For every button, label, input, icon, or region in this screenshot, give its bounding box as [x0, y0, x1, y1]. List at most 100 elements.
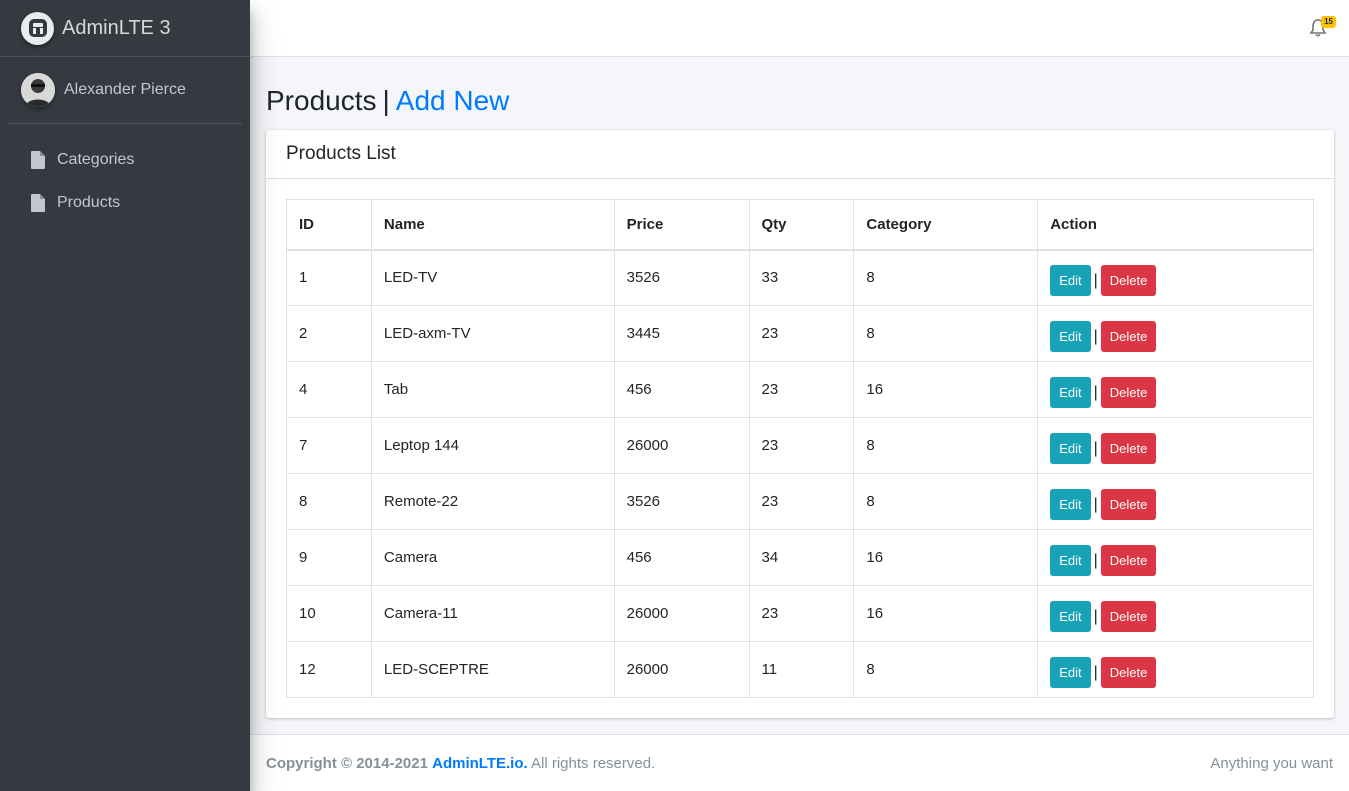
cell-name: LED-TV: [370, 249, 615, 306]
cell-price: 3526: [613, 249, 750, 306]
main-sidebar: AdminLTE 3 Alexander Pierce Categories P…: [0, 0, 250, 791]
cell-action: Edit | Delete: [1037, 305, 1314, 362]
table-row: 9 Camera 456 34 16 Edit | Delete: [286, 529, 1314, 586]
cell-category: 16: [853, 529, 1039, 586]
cell-name: Camera-11: [370, 585, 615, 642]
adminlte-link[interactable]: AdminLTE.io.: [432, 755, 528, 772]
edit-button[interactable]: Edit: [1050, 601, 1091, 632]
cell-id: 12: [286, 641, 372, 698]
edit-button[interactable]: Edit: [1050, 377, 1091, 408]
sidebar-item-label: Products: [57, 193, 121, 211]
column-header-action: Action: [1037, 199, 1314, 251]
avatar: [21, 73, 55, 107]
action-separator: |: [1093, 271, 1098, 289]
edit-button[interactable]: Edit: [1050, 657, 1091, 688]
cell-qty: 11: [748, 641, 855, 698]
user-panel[interactable]: Alexander Pierce: [8, 57, 242, 124]
cell-price: 456: [613, 529, 750, 586]
cell-category: 16: [853, 585, 1039, 642]
edit-button[interactable]: Edit: [1050, 321, 1091, 352]
delete-button[interactable]: Delete: [1100, 657, 1157, 688]
sidebar-item-label: Categories: [57, 150, 135, 168]
delete-button[interactable]: Delete: [1100, 601, 1157, 632]
table-body: 1 LED-TV 3526 33 8 Edit | Delete 2 LED-a…: [286, 249, 1314, 698]
cell-category: 8: [853, 305, 1039, 362]
table-row: 7 Leptop 144 26000 23 8 Edit | Delete: [286, 417, 1314, 474]
copyright-text: Copyright © 2014-2021: [266, 754, 428, 772]
cell-id: 1: [286, 249, 372, 306]
cell-name: Camera: [370, 529, 615, 586]
cell-action: Edit | Delete: [1037, 529, 1314, 586]
table-row: 8 Remote-22 3526 23 8 Edit | Delete: [286, 473, 1314, 530]
table-row: 2 LED-axm-TV 3445 23 8 Edit | Delete: [286, 305, 1314, 362]
cell-category: 8: [853, 249, 1039, 306]
footer-right-text: Anything you want: [1210, 754, 1333, 772]
cell-price: 3445: [613, 305, 750, 362]
cell-action: Edit | Delete: [1037, 473, 1314, 530]
column-header-qty: Qty: [748, 199, 855, 251]
cell-id: 4: [286, 361, 372, 418]
cell-category: 8: [853, 641, 1039, 698]
cell-action: Edit | Delete: [1037, 641, 1314, 698]
main-footer: Copyright © 2014-2021 AdminLTE.io. All r…: [250, 734, 1349, 791]
action-separator: |: [1093, 607, 1098, 625]
delete-button[interactable]: Delete: [1100, 321, 1157, 352]
action-separator: |: [1093, 551, 1098, 569]
edit-button[interactable]: Edit: [1050, 265, 1091, 297]
cell-price: 26000: [613, 417, 750, 474]
cell-qty: 23: [748, 473, 855, 530]
action-separator: |: [1093, 439, 1098, 457]
column-header-id: ID: [286, 199, 372, 251]
sidebar-item-products[interactable]: Products: [0, 181, 250, 224]
cell-action: Edit | Delete: [1037, 249, 1314, 306]
action-separator: |: [1093, 663, 1098, 681]
edit-button[interactable]: Edit: [1050, 489, 1091, 520]
cell-name: Remote-22: [370, 473, 615, 530]
cell-qty: 23: [748, 305, 855, 362]
cell-price: 3526: [613, 473, 750, 530]
cell-name: Leptop 144: [370, 417, 615, 474]
cell-qty: 34: [748, 529, 855, 586]
rights-text: All rights reserved.: [531, 754, 656, 772]
cell-price: 26000: [613, 585, 750, 642]
cell-id: 7: [286, 417, 372, 474]
edit-button[interactable]: Edit: [1050, 545, 1091, 576]
file-icon: [31, 150, 45, 169]
delete-button[interactable]: Delete: [1100, 545, 1157, 576]
cell-id: 8: [286, 473, 372, 530]
cell-action: Edit | Delete: [1037, 417, 1314, 474]
delete-button[interactable]: Delete: [1100, 433, 1157, 464]
cell-name: Tab: [370, 361, 615, 418]
cell-category: 8: [853, 473, 1039, 530]
products-table: ID Name Price Qty Category Action 1 LED-…: [286, 199, 1314, 698]
cell-id: 2: [286, 305, 372, 362]
delete-button[interactable]: Delete: [1100, 377, 1157, 408]
content-wrapper: Products | Add New Products List ID Name…: [250, 57, 1349, 718]
title-separator: |: [382, 84, 390, 116]
action-separator: |: [1093, 383, 1098, 401]
action-separator: |: [1093, 327, 1098, 345]
cell-qty: 23: [748, 417, 855, 474]
cell-category: 16: [853, 361, 1039, 418]
edit-button[interactable]: Edit: [1050, 433, 1091, 464]
delete-button[interactable]: Delete: [1100, 265, 1157, 297]
delete-button[interactable]: Delete: [1100, 489, 1157, 520]
add-new-link[interactable]: Add New: [396, 85, 510, 117]
cell-action: Edit | Delete: [1037, 585, 1314, 642]
user-name[interactable]: Alexander Pierce: [64, 81, 186, 99]
cell-id: 10: [286, 585, 372, 642]
file-icon: [31, 193, 45, 212]
cell-qty: 23: [748, 585, 855, 642]
sidebar-item-categories[interactable]: Categories: [0, 138, 250, 181]
page-header: Products | Add New: [250, 57, 1349, 130]
brand-link[interactable]: AdminLTE 3: [0, 0, 250, 57]
cell-category: 8: [853, 417, 1039, 474]
top-navbar: 15: [250, 0, 1349, 57]
notification-badge: 15: [1321, 16, 1336, 28]
table-header-row: ID Name Price Qty Category Action: [286, 199, 1314, 251]
column-header-category: Category: [853, 199, 1039, 251]
cell-price: 26000: [613, 641, 750, 698]
adminlte-logo-icon: [21, 11, 54, 45]
cell-name: LED-axm-TV: [370, 305, 615, 362]
card-body: ID Name Price Qty Category Action 1 LED-…: [266, 179, 1334, 718]
